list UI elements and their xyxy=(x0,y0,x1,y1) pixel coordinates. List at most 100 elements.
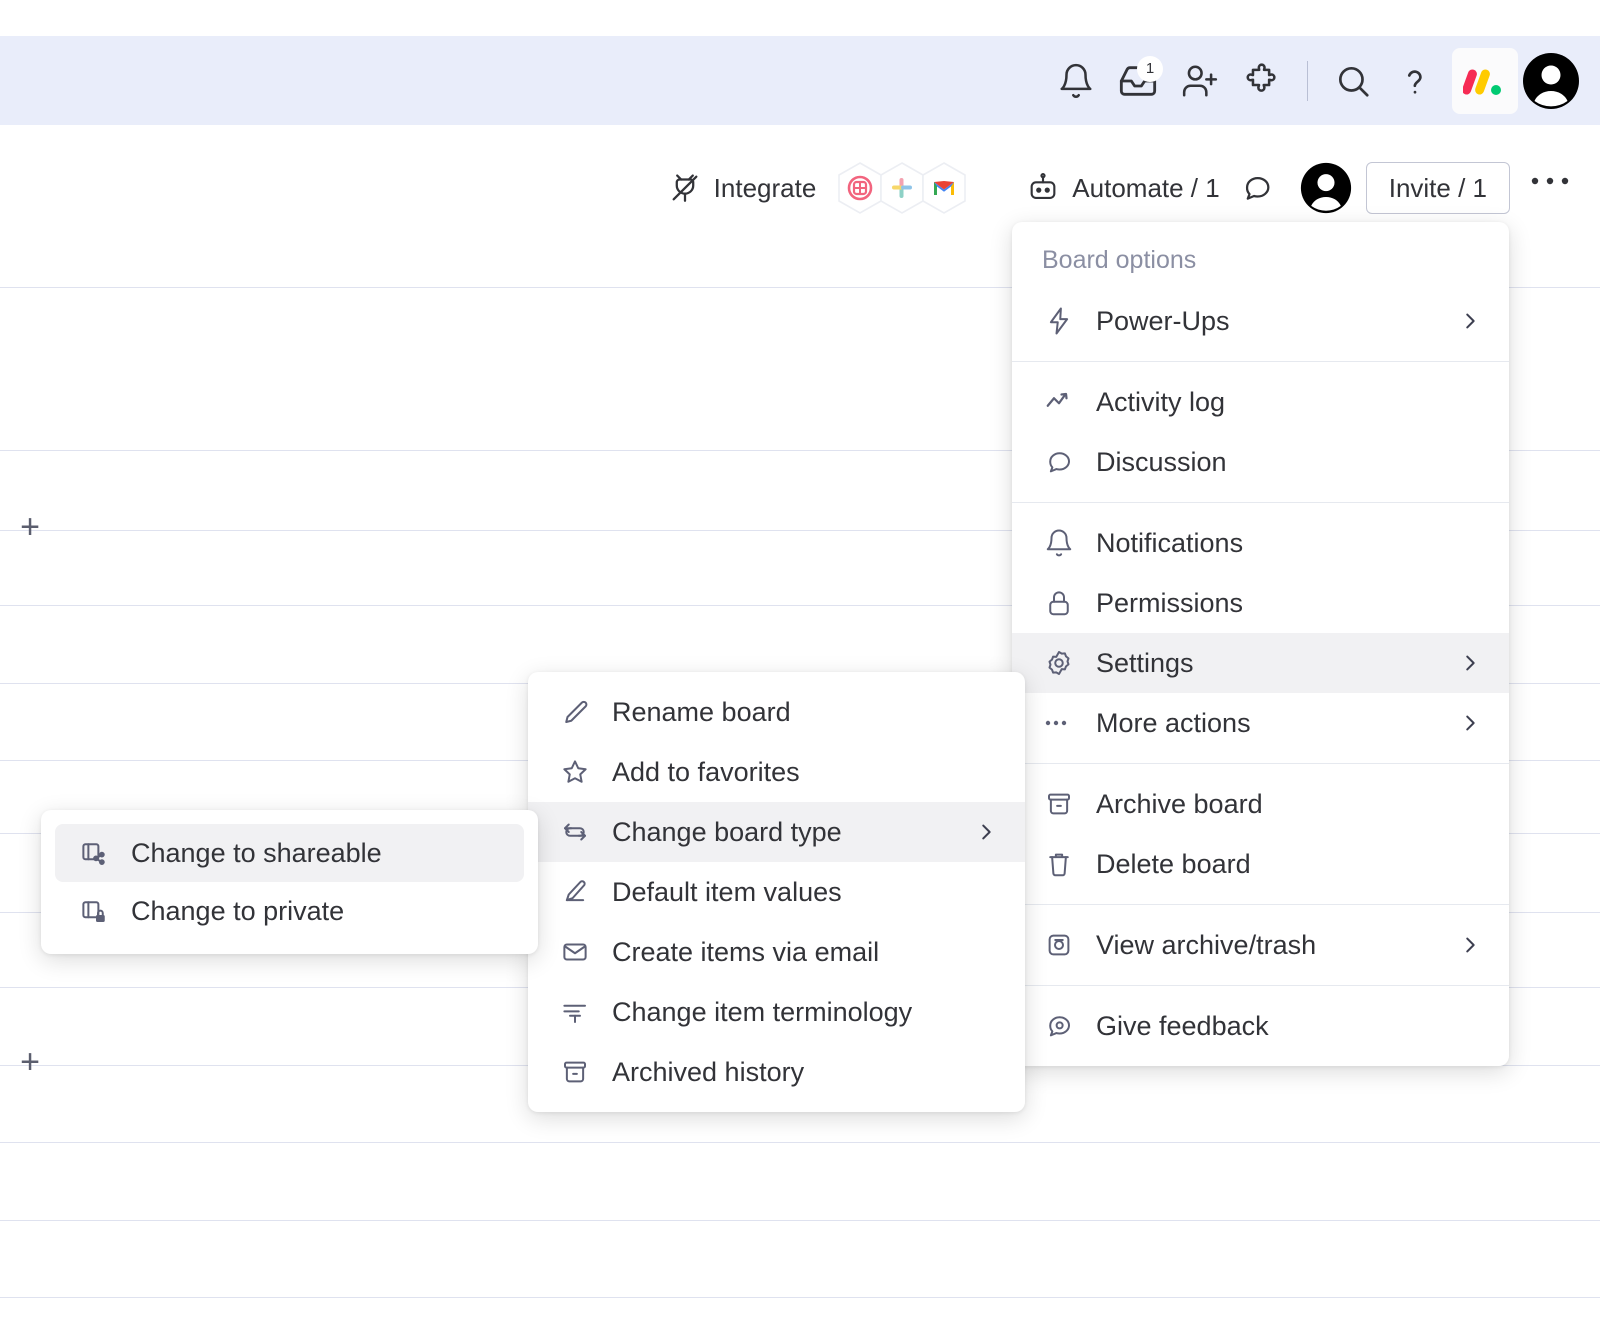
menu-item-label: Rename board xyxy=(612,696,791,727)
permissions-lock-icon xyxy=(1042,586,1076,620)
archive-box-icon xyxy=(1042,787,1076,821)
global-header-icons: 1 xyxy=(1045,47,1580,114)
board-more-options-button[interactable] xyxy=(1522,162,1578,214)
grid-line xyxy=(0,1220,1600,1221)
grid-line xyxy=(0,1142,1600,1143)
invite-member-icon xyxy=(1181,62,1219,100)
menu-item-give-feedback[interactable]: Give feedback xyxy=(1012,996,1509,1056)
board-type-submenu: Change to shareable Change to private xyxy=(41,810,538,954)
menu-item-rename-board[interactable]: Rename board xyxy=(528,682,1025,742)
menu-item-settings[interactable]: Settings xyxy=(1012,633,1509,693)
chevron-right-icon xyxy=(973,821,999,843)
menu-item-create-items-via-email[interactable]: Create items via email xyxy=(528,922,1025,982)
change-terminology-icon xyxy=(558,995,592,1029)
menu-item-label: Power-Ups xyxy=(1096,305,1230,336)
integrate-button[interactable]: Integrate xyxy=(658,165,827,211)
discussion-button[interactable] xyxy=(1230,165,1284,211)
notifications-bell-button[interactable] xyxy=(1045,50,1107,112)
menu-item-permissions[interactable]: Permissions xyxy=(1012,573,1509,633)
menu-item-label: Settings xyxy=(1096,647,1194,678)
menu-item-default-item-values[interactable]: Default item values xyxy=(528,862,1025,922)
board-options-menu: Board options Power-Ups Activity log Dis… xyxy=(1012,222,1509,1066)
menu-item-delete-board[interactable]: Delete board xyxy=(1012,834,1509,894)
archived-history-icon xyxy=(558,1055,592,1089)
menu-item-add-to-favorites[interactable]: Add to favorites xyxy=(528,742,1025,802)
menu-item-label: Give feedback xyxy=(1096,1010,1269,1041)
chevron-right-icon xyxy=(1457,934,1483,956)
board-private-icon xyxy=(77,894,111,928)
ellipsis-icon xyxy=(1530,175,1570,187)
menu-item-label: Change item terminology xyxy=(612,996,913,1027)
chevron-right-icon xyxy=(1457,310,1483,332)
menu-item-label: Permissions xyxy=(1096,587,1244,618)
help-question-icon xyxy=(1396,62,1434,100)
invite-button[interactable]: Invite / 1 xyxy=(1365,162,1510,214)
menu-item-view-archive-trash[interactable]: View archive/trash xyxy=(1012,915,1509,975)
view-archive-trash-icon xyxy=(1042,928,1076,962)
menu-item-power-ups[interactable]: Power-Ups xyxy=(1012,291,1509,351)
inbox-button[interactable]: 1 xyxy=(1107,50,1169,112)
notifications-bell-icon xyxy=(1042,526,1076,560)
settings-gear-icon xyxy=(1042,646,1076,680)
invite-member-button[interactable] xyxy=(1169,50,1231,112)
jira-hex-icon[interactable] xyxy=(836,161,884,215)
activity-log-icon xyxy=(1042,385,1076,419)
menu-item-change-to-private[interactable]: Change to private xyxy=(55,882,524,940)
automate-button[interactable]: Automate / 1 xyxy=(1016,165,1229,211)
menu-item-label: Archive board xyxy=(1096,788,1263,819)
menu-item-change-to-shareable[interactable]: Change to shareable xyxy=(55,824,524,882)
favorite-star-icon xyxy=(558,755,592,789)
menu-divider xyxy=(1012,502,1509,503)
help-button[interactable] xyxy=(1384,50,1446,112)
menu-item-label: Change board type xyxy=(612,816,842,847)
menu-item-archive-board[interactable]: Archive board xyxy=(1012,774,1509,834)
search-icon xyxy=(1334,62,1372,100)
more-actions-ellipsis-icon xyxy=(1042,706,1076,740)
menu-item-activity-log[interactable]: Activity log xyxy=(1012,372,1509,432)
gmail-hex-icon[interactable] xyxy=(920,161,968,215)
integration-apps-group[interactable] xyxy=(836,161,968,215)
menu-item-label: Delete board xyxy=(1096,848,1251,879)
menu-item-discussion[interactable]: Discussion xyxy=(1012,432,1509,492)
power-ups-bolt-icon xyxy=(1042,304,1076,338)
menu-item-archived-history[interactable]: Archived history xyxy=(528,1042,1025,1102)
chevron-right-icon xyxy=(1457,652,1483,674)
monday-logo-button[interactable] xyxy=(1452,47,1518,114)
chat-bubble-icon xyxy=(1240,171,1274,205)
menu-item-change-item-terminology[interactable]: Change item terminology xyxy=(528,982,1025,1042)
default-item-values-icon xyxy=(558,875,592,909)
slack-hex-icon[interactable] xyxy=(878,161,926,215)
menu-item-label: Change to shareable xyxy=(131,837,382,868)
board-options-title: Board options xyxy=(1042,246,1197,274)
menu-item-label: Activity log xyxy=(1096,386,1226,417)
board-shareable-icon xyxy=(77,836,111,870)
apps-puzzle-icon xyxy=(1243,62,1281,100)
avatar xyxy=(1522,52,1580,110)
board-member-avatar-button[interactable] xyxy=(1300,162,1352,214)
apps-puzzle-button[interactable] xyxy=(1231,50,1293,112)
menu-item-label: Default item values xyxy=(612,876,842,907)
menu-item-label: Create items via email xyxy=(612,936,880,967)
user-avatar-button[interactable] xyxy=(1522,52,1580,110)
email-envelope-icon xyxy=(558,935,592,969)
settings-submenu: Rename board Add to favorites Change boa… xyxy=(528,672,1025,1112)
menu-item-label: More actions xyxy=(1096,707,1251,738)
menu-item-label: Notifications xyxy=(1096,527,1244,558)
menu-item-label: View archive/trash xyxy=(1096,929,1317,960)
grid-line xyxy=(0,1297,1600,1298)
automate-robot-icon xyxy=(1026,171,1060,205)
menu-item-label: Change to private xyxy=(131,895,345,926)
add-item-button[interactable]: + xyxy=(16,510,44,544)
add-item-button[interactable]: + xyxy=(16,1045,44,1079)
menu-divider xyxy=(1012,361,1509,362)
menu-item-change-board-type[interactable]: Change board type xyxy=(528,802,1025,862)
menu-item-more-actions[interactable]: More actions xyxy=(1012,693,1509,753)
menu-item-notifications[interactable]: Notifications xyxy=(1012,513,1509,573)
search-button[interactable] xyxy=(1322,50,1384,112)
change-board-type-icon xyxy=(558,815,592,849)
menu-item-label: Discussion xyxy=(1096,446,1227,477)
integrate-label: Integrate xyxy=(713,172,817,203)
menu-divider xyxy=(1012,904,1509,905)
notifications-bell-icon xyxy=(1057,62,1095,100)
menu-item-label: Archived history xyxy=(612,1056,805,1087)
